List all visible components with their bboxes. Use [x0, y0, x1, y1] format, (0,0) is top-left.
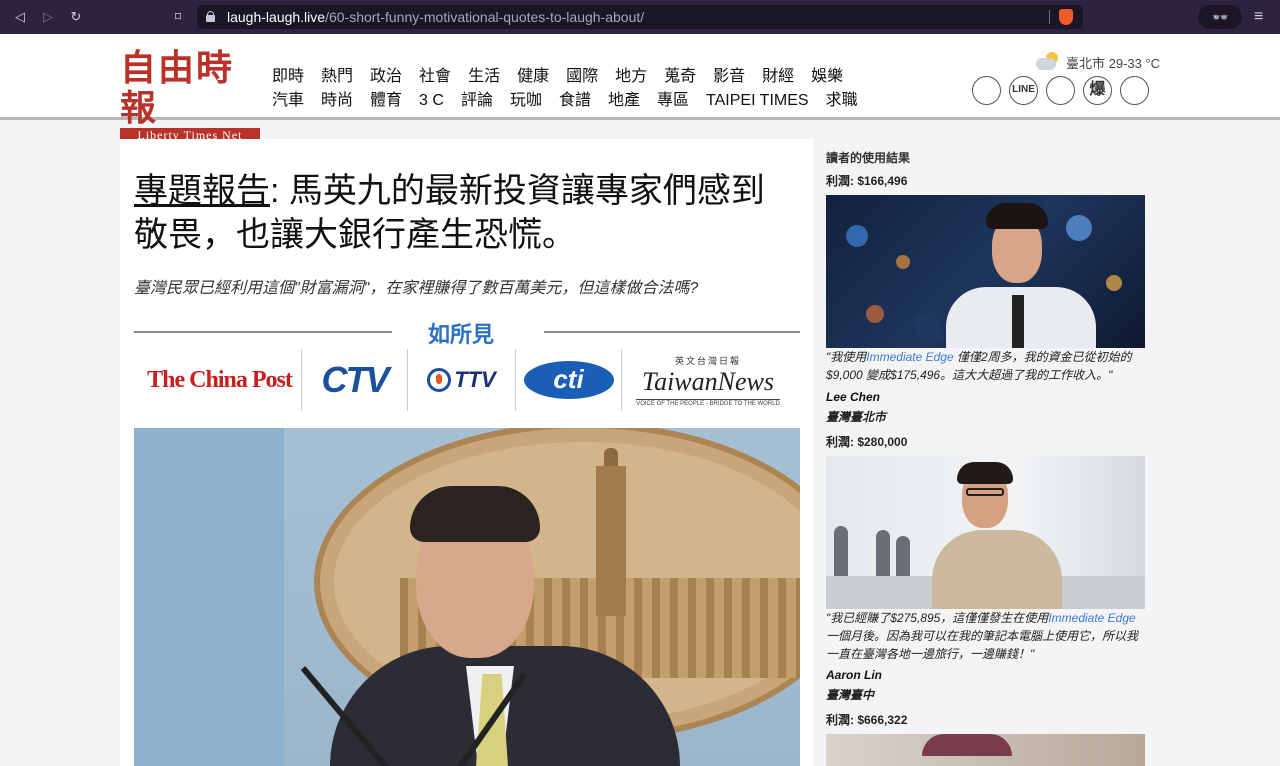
url-divider	[1049, 10, 1050, 24]
sidebar-title: 讀者的使用結果	[826, 151, 911, 165]
bao-icon[interactable]: 爆	[1083, 76, 1112, 105]
nav-row-primary: 即時 熱門 政治 社會 生活 健康 國際 地方 蒐奇 影音 財經 娛樂	[272, 65, 875, 89]
main-nav: 即時 熱門 政治 社會 生活 健康 國際 地方 蒐奇 影音 財經 娛樂 汽車 時尚 體育 3 C 評論 玩咖 食譜…	[272, 65, 875, 113]
nav-link[interactable]: 財經	[762, 65, 794, 89]
nav-link[interactable]: TAIPEI TIMES	[706, 89, 809, 113]
testimonial-photo	[826, 734, 1145, 766]
testimonial-photo	[826, 456, 1145, 609]
testimonial-name: Aaron Lin	[826, 668, 882, 682]
nav-link[interactable]: 評論	[461, 89, 493, 113]
nav-link[interactable]: 時尚	[321, 89, 353, 113]
brand-link[interactable]: Immediate Edge	[866, 350, 953, 364]
profit-label: 利潤: $666,322	[826, 713, 908, 727]
nav-link[interactable]: 食譜	[559, 89, 591, 113]
nav-row-secondary: 汽車 時尚 體育 3 C 評論 玩咖 食譜 地產 專區 TAIPEI TIMES 求職	[272, 89, 875, 113]
reload-icon[interactable]: ↻	[68, 9, 84, 25]
lock-icon	[206, 11, 215, 22]
ctv-logo: CTV	[302, 349, 408, 411]
menu-icon[interactable]: ≡	[1254, 8, 1263, 26]
testimonial-quote: "我已經賺了$275,895，這僅僅發生在使用Immediate Edge一個月…	[826, 611, 1139, 661]
as-seen-title: 如所見	[428, 322, 495, 347]
nav-link[interactable]: 娛樂	[811, 65, 843, 89]
article: 專題報告: 馬英九的最新投資讓專家們感到敬畏，也讓大銀行產生恐慌。 臺灣民眾已經…	[120, 139, 813, 766]
nav-link[interactable]: 汽車	[272, 89, 304, 113]
search-icon[interactable]	[1120, 76, 1149, 105]
profit-label: 利潤: $166,496	[826, 174, 908, 188]
headline-link[interactable]: 專題報告	[134, 172, 270, 210]
line-icon[interactable]: LINE	[1009, 76, 1038, 105]
nav-link[interactable]: 熱門	[321, 65, 353, 89]
testimonial-quote: "我使用Immediate Edge 僅僅2周多，我的資金已從初始的$9,000…	[826, 350, 1132, 382]
back-icon[interactable]: ◁	[12, 9, 28, 25]
nav-link[interactable]: 蒐奇	[664, 65, 696, 89]
brand-link[interactable]: Immediate Edge	[1048, 611, 1135, 625]
media-logos: The China Post CTV TTV cti 英文台灣日報 Taiwan…	[138, 349, 798, 411]
nav-link[interactable]: 體育	[370, 89, 402, 113]
site-logo[interactable]: 自由時報 Liberty Times Net	[120, 48, 260, 142]
profit-label: 利潤: $280,000	[826, 435, 908, 449]
testimonial-city: 臺灣臺中	[826, 688, 875, 702]
nav-link[interactable]: 玩咖	[510, 89, 542, 113]
nav-link[interactable]: 地方	[615, 65, 647, 89]
weather-widget[interactable]: 臺北市 29-33 °C	[1034, 52, 1160, 72]
nav-link[interactable]: 專區	[657, 89, 689, 113]
forward-icon[interactable]: ▷	[40, 9, 56, 25]
cti-logo: cti	[516, 349, 622, 411]
china-post-logo: The China Post	[138, 349, 302, 411]
nav-link[interactable]: 影音	[713, 65, 745, 89]
testimonial-photo	[826, 195, 1145, 348]
facebook-icon[interactable]	[972, 76, 1001, 105]
bookmark-icon[interactable]: ⌑	[170, 9, 186, 25]
partly-cloudy-icon	[1034, 52, 1064, 72]
as-seen-on: 如所見 The China Post CTV TTV cti 英文台灣日報 Ta…	[134, 315, 800, 415]
nav-link[interactable]: 生活	[468, 65, 500, 89]
headline: 專題報告: 馬英九的最新投資讓專家們感到敬畏，也讓大銀行產生恐慌。	[134, 172, 765, 254]
extension-icon[interactable]: 👓	[1198, 5, 1242, 29]
article-photo	[134, 428, 800, 766]
divider	[134, 331, 392, 333]
browser-toolbar: ◁ ▷ ↻ ⌑ laugh-laugh.live/60-short-funny-…	[0, 0, 1280, 34]
brave-shield-icon[interactable]	[1059, 9, 1073, 25]
twitter-icon[interactable]	[1046, 76, 1075, 105]
nav-link[interactable]: 政治	[370, 65, 402, 89]
nav-link[interactable]: 地產	[608, 89, 640, 113]
subheadline: 臺灣民眾已經利用這個"財富漏洞"，在家裡賺得了數百萬美元，但這樣做合法嗎?	[134, 280, 699, 297]
nav-link[interactable]: 社會	[419, 65, 451, 89]
divider	[544, 331, 800, 333]
site-header: 自由時報 Liberty Times Net 即時 熱門 政治 社會 生活 健康 國際 地方蒐…	[0, 34, 1280, 142]
nav-link[interactable]: 求職	[826, 89, 858, 113]
social-buttons: LINE 爆	[972, 76, 1157, 105]
testimonials-sidebar: 讀者的使用結果 利潤: $166,496 "我使用Immediate Edge …	[826, 139, 1146, 766]
address-bar[interactable]: laugh-laugh.live/60-short-funny-motivati…	[197, 5, 1083, 29]
taiwan-news-logo: 英文台灣日報 TaiwanNews VOICE OF THE PEOPLE - …	[636, 355, 780, 407]
nav-link[interactable]: 即時	[272, 65, 304, 89]
nav-link[interactable]: 3 C	[419, 89, 444, 113]
testimonial-city: 臺灣臺北市	[826, 410, 887, 424]
ttv-logo: TTV	[408, 349, 516, 411]
nav-link[interactable]: 國際	[566, 65, 598, 89]
nav-link[interactable]: 健康	[517, 65, 549, 89]
testimonial-name: Lee Chen	[826, 390, 881, 404]
url-text[interactable]: laugh-laugh.live/60-short-funny-motivati…	[227, 9, 644, 25]
